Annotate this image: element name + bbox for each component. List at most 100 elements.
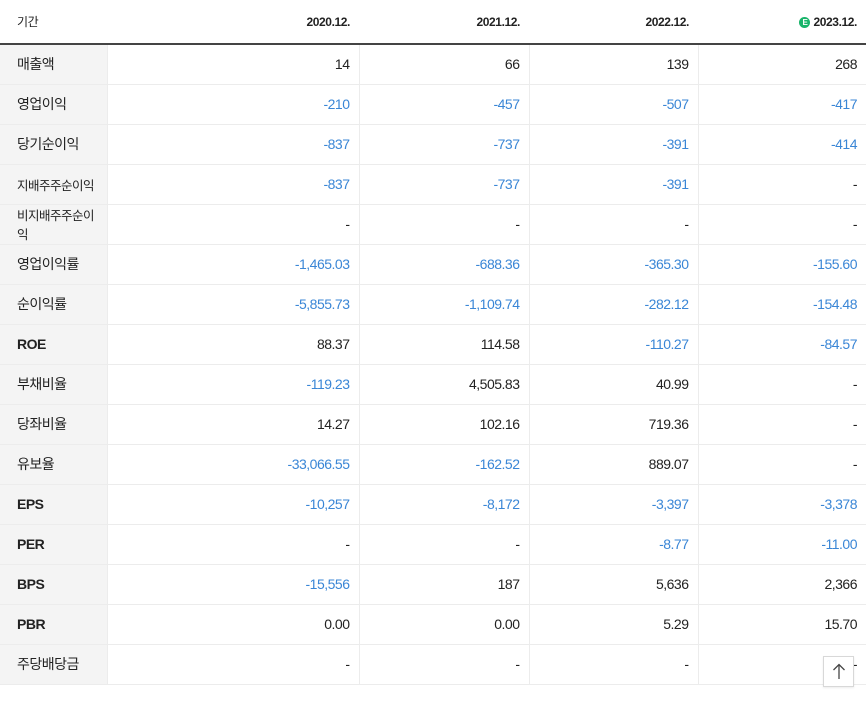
table-cell: -8,172 [358,483,529,525]
table-cell: - [106,524,359,565]
row-label: PER [0,524,107,565]
table-cell: -15,556 [106,564,359,605]
table-cell: -33,066.55 [106,444,359,485]
table-cell: - [697,164,866,205]
table-cell: - [358,643,529,685]
table-row: BPS -15,556 187 5,636 2,366 [0,564,866,605]
table-cell: -84.57 [697,324,866,365]
table-row: 당기순이익 -837 -737 -391 -414 [0,124,866,165]
table-cell: -11.00 [697,524,866,565]
table-cell: -737 [358,164,529,205]
table-cell: 114.58 [358,324,529,365]
table-row: PER - - -8.77 -11.00 [0,524,866,565]
table-cell: 14 [106,44,359,85]
table-cell: - [697,404,866,445]
period-header-2021: 2021.12. [359,0,529,45]
table-cell: 187 [358,564,529,605]
table-cell: -737 [358,124,529,165]
period-header-2022: 2022.12. [529,0,698,45]
table-cell: 4,505.83 [358,363,529,405]
period-header-2020: 2020.12. [107,0,359,45]
table-cell: 5.29 [528,604,698,645]
table-cell: - [697,204,866,245]
table-cell: - [106,643,359,685]
table-row: 부채비율 -119.23 4,505.83 40.99 - [0,363,866,405]
table-cell: 15.70 [697,604,866,645]
table-cell: -1,465.03 [106,243,359,285]
period-header-2023-label: 2023.12. [813,14,857,29]
table-row: 매출액 14 66 139 268 [0,44,866,85]
table-cell: 0.00 [358,604,529,645]
row-label: 영업이익 [0,84,107,125]
table-cell: -119.23 [106,363,359,405]
table-cell: -417 [697,84,866,125]
table-cell: 889.07 [528,444,698,485]
row-label: 당기순이익 [0,124,107,165]
table-cell: 88.37 [106,324,359,365]
row-label: 비지배주주순이익 [0,204,107,245]
table-cell: -391 [528,164,698,205]
table-cell: -10,257 [106,483,359,525]
table-cell: -110.27 [528,324,698,365]
table-cell: -391 [528,124,698,165]
period-header-label: 기간 [0,0,107,45]
row-label: 주당배당금 [0,643,107,685]
table-row: ROE 88.37 114.58 -110.27 -84.57 [0,324,866,365]
table-cell: -5,855.73 [106,284,359,325]
estimate-badge-icon: E [799,16,811,28]
row-label: 영업이익률 [0,243,107,285]
table-cell: 719.36 [528,404,698,445]
table-cell: -688.36 [358,243,529,285]
table-cell: 139 [528,44,698,85]
table-row: 유보율 -33,066.55 -162.52 889.07 - [0,444,866,485]
table-cell: 66 [358,44,529,85]
table-cell: -1,109.74 [358,284,529,325]
table-cell: 0.00 [106,604,359,645]
row-label: 지배주주순이익 [0,164,107,205]
table-cell: 40.99 [528,363,698,405]
row-label: 순이익률 [0,284,107,325]
table-cell: -162.52 [358,444,529,485]
row-label: ROE [0,324,107,365]
row-label: 당좌비율 [0,404,107,445]
table-row: 영업이익률 -1,465.03 -688.36 -365.30 -155.60 [0,243,866,285]
table-cell: - [528,204,698,245]
table-cell: -8.77 [528,524,698,565]
table-cell: -837 [106,164,359,205]
scroll-to-top-button[interactable] [823,656,854,687]
table-cell: 14.27 [106,404,359,445]
row-label: PBR [0,604,107,645]
header-row: 기간 2020.12. 2021.12. 2022.12. E 2023.12. [0,0,866,45]
table-cell: -507 [528,84,698,125]
table-cell: -457 [358,84,529,125]
table-row: 당좌비율 14.27 102.16 719.36 - [0,404,866,445]
period-header-2023: E 2023.12. [698,0,866,45]
arrow-up-icon [832,663,845,679]
table-row: EPS -10,257 -8,172 -3,397 -3,378 [0,483,866,525]
table-cell: 268 [697,44,866,85]
table-cell: -155.60 [697,243,866,285]
row-label: 유보율 [0,444,107,485]
table-cell: 5,636 [528,564,698,605]
table-row: 주당배당금 - - - - [0,643,866,685]
table-cell: -837 [106,124,359,165]
row-label: 부채비율 [0,363,107,405]
table-cell: -365.30 [528,243,698,285]
table-row: 순이익률 -5,855.73 -1,109.74 -282.12 -154.48 [0,284,866,325]
table-row: PBR 0.00 0.00 5.29 15.70 [0,604,866,645]
row-label: EPS [0,483,107,525]
table-cell: 102.16 [358,404,529,445]
table-cell: - [358,204,529,245]
table-cell: -3,378 [697,483,866,525]
table-row: 비지배주주순이익 - - - - [0,204,866,245]
table-row: 영업이익 -210 -457 -507 -417 [0,84,866,125]
row-label: BPS [0,564,107,605]
table-cell: -282.12 [528,284,698,325]
table-cell: - [106,204,359,245]
financial-summary-table: 기간 2020.12. 2021.12. 2022.12. E 2023.12. … [0,0,866,685]
table-cell: - [697,444,866,485]
table-cell: - [697,363,866,405]
table-row: 지배주주순이익 -837 -737 -391 - [0,164,866,205]
table-cell: -210 [106,84,359,125]
table-cell: -414 [697,124,866,165]
